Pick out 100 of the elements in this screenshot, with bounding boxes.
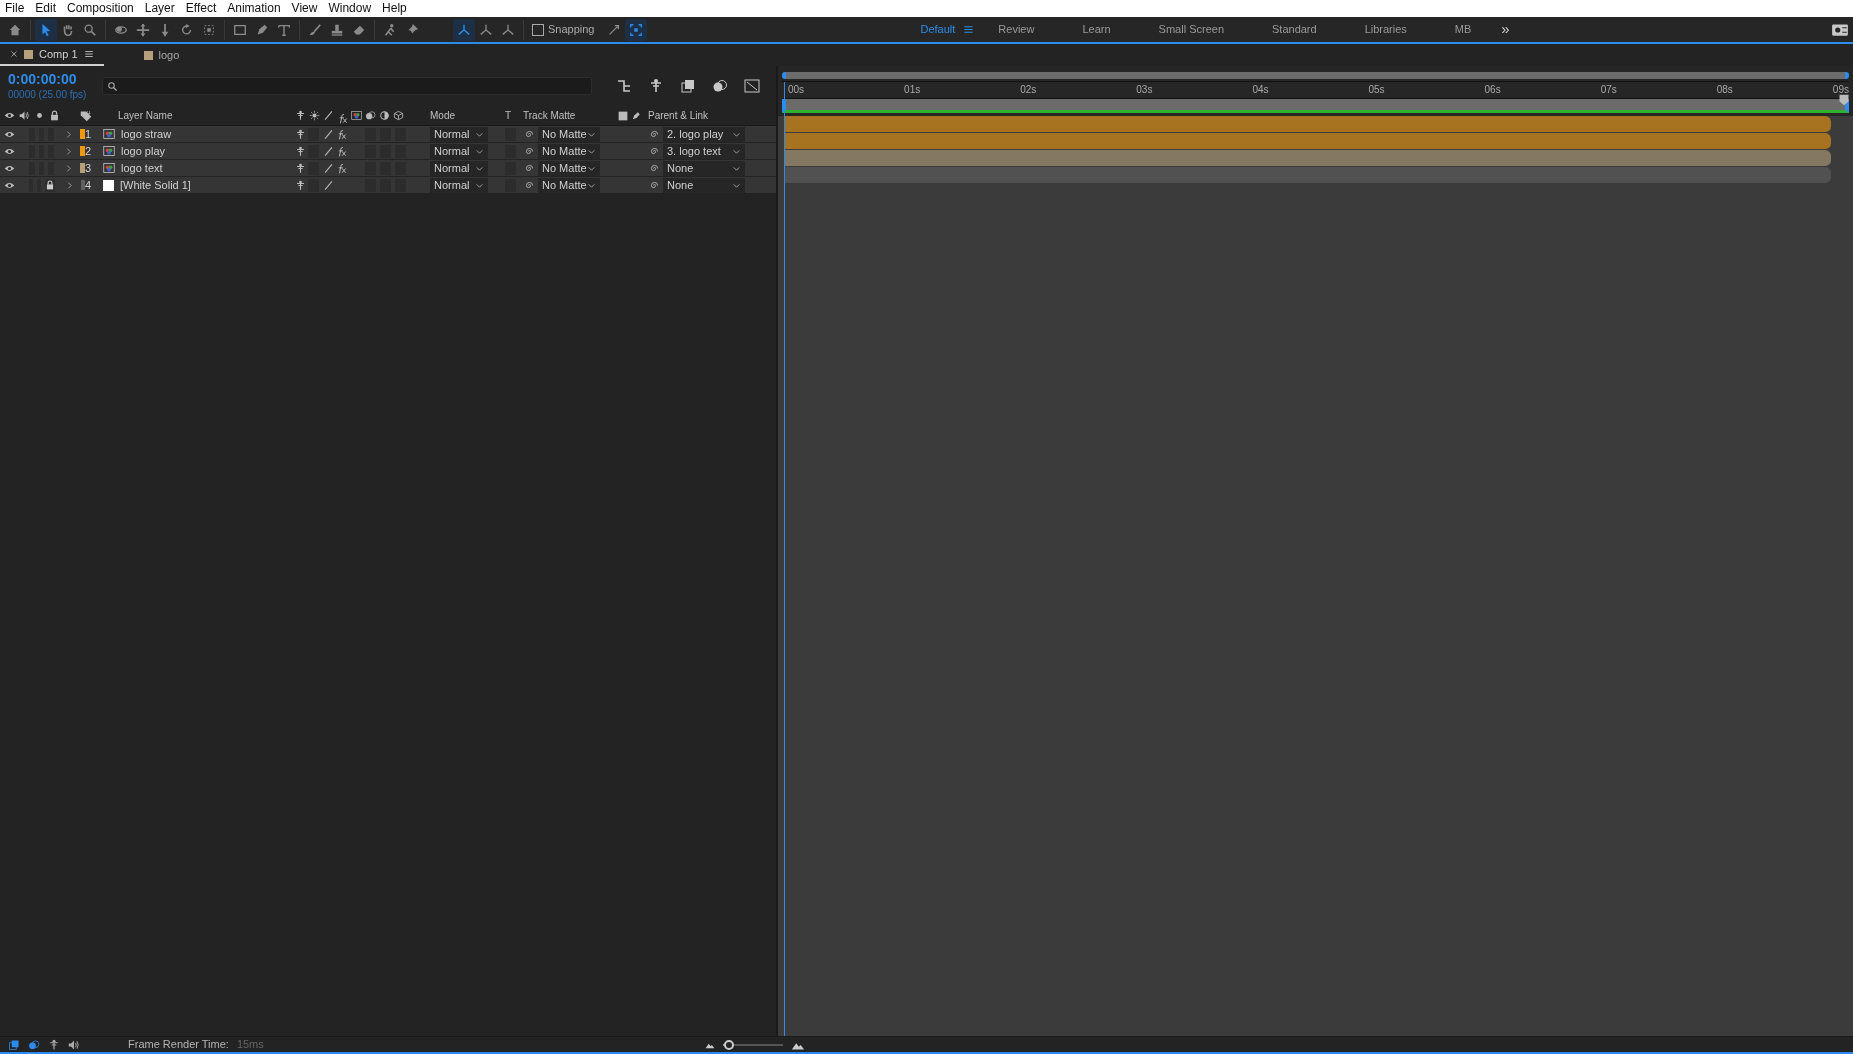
matte-alpha-icon[interactable] — [618, 110, 628, 121]
snap-option-button[interactable] — [624, 18, 647, 41]
quality-switch-icon[interactable] — [323, 179, 334, 191]
shy-switch-icon[interactable] — [295, 145, 306, 157]
pen-icon — [255, 22, 269, 37]
pick-whip-icon[interactable] — [648, 128, 659, 140]
workspace-tab[interactable]: MB — [1430, 21, 1496, 38]
pick-whip-icon[interactable] — [648, 145, 659, 157]
layer-duration-bar[interactable] — [784, 133, 1831, 150]
menu-item[interactable]: Effect — [180, 0, 223, 17]
mode-dropdown[interactable]: Normal — [430, 126, 488, 142]
shy-switch-icon[interactable] — [295, 179, 306, 191]
label-color-swatch[interactable] — [79, 146, 85, 156]
switch-toggle[interactable] — [38, 127, 45, 141]
label-color-swatch[interactable] — [79, 129, 85, 139]
mode-dropdown[interactable]: Normal — [430, 177, 488, 193]
marker-icon[interactable] — [1838, 94, 1850, 106]
parent-dropdown[interactable]: None — [663, 160, 745, 176]
fx-switch-icon[interactable] — [336, 127, 347, 141]
parent-dropdown[interactable]: 3. logo text — [663, 143, 745, 159]
menu-item[interactable]: Layer — [139, 0, 181, 17]
solo-dot-icon[interactable] — [34, 110, 45, 121]
timecode[interactable]: 0:00:00:00 — [8, 70, 87, 87]
snapping-checkbox[interactable] — [532, 23, 544, 36]
switch-toggle[interactable] — [505, 127, 516, 141]
layer-name[interactable]: [White Solid 1] — [120, 176, 191, 194]
lock-icon[interactable] — [49, 110, 60, 121]
mode-dropdown[interactable]: Normal — [430, 160, 488, 176]
mode-dropdown[interactable]: Normal — [430, 143, 488, 159]
menu-icon[interactable] — [963, 24, 975, 35]
tool-button[interactable] — [35, 18, 57, 41]
label-color-swatch[interactable] — [79, 163, 85, 173]
quality-switch-icon[interactable] — [323, 162, 334, 174]
zoom-slider-thumb[interactable] — [724, 1039, 734, 1050]
matte-invert-icon[interactable] — [631, 110, 641, 121]
graph-editor-icon[interactable] — [744, 78, 760, 94]
label-tag-icon[interactable] — [80, 109, 92, 122]
label-color-swatch[interactable] — [81, 180, 85, 190]
more-workspaces-button[interactable]: » — [1501, 18, 1510, 41]
workspace-tab[interactable]: Standard — [1248, 21, 1341, 38]
menu-item[interactable]: Window — [323, 0, 378, 17]
pick-whip-icon[interactable] — [523, 145, 534, 157]
motion-blur-icon[interactable] — [712, 78, 728, 94]
pick-whip-icon[interactable] — [523, 128, 534, 140]
layer-name[interactable]: logo straw — [121, 125, 172, 143]
fx-switch-icon[interactable] — [336, 161, 347, 175]
speaker-icon[interactable] — [19, 110, 30, 121]
menu-item[interactable]: File — [0, 0, 31, 17]
workspace-tab[interactable]: Small Screen — [1134, 21, 1248, 38]
menu-icon[interactable] — [83, 49, 94, 59]
pick-whip-icon[interactable] — [648, 179, 659, 191]
cube-icon[interactable] — [393, 110, 404, 121]
track-matte-dropdown[interactable]: No Matte — [538, 160, 600, 176]
switch-toggle[interactable] — [395, 127, 406, 141]
menu-item[interactable]: Animation — [222, 0, 287, 17]
pick-whip-icon[interactable] — [523, 179, 534, 191]
switch-toggle[interactable] — [380, 127, 391, 141]
parent-dropdown[interactable]: None — [663, 177, 745, 193]
panel-tab[interactable]: logo — [133, 44, 190, 66]
shy-switch-icon[interactable] — [295, 128, 306, 140]
menu-item[interactable]: View — [286, 0, 324, 17]
quality-icon[interactable] — [323, 110, 334, 121]
motion-blur-icon[interactable] — [365, 110, 376, 121]
layer-duration-bar[interactable] — [784, 116, 1831, 133]
menu-item[interactable]: Help — [377, 0, 413, 17]
workspace-tab[interactable]: Review — [974, 21, 1059, 38]
switch-toggle[interactable] — [29, 127, 35, 141]
close-icon[interactable] — [10, 50, 18, 58]
snapping-label: Snapping — [548, 22, 595, 38]
lock-toggle[interactable] — [48, 127, 54, 141]
pick-whip-icon[interactable] — [648, 162, 659, 174]
switch-toggle[interactable] — [308, 127, 319, 141]
quality-switch-icon[interactable] — [323, 145, 334, 157]
layer-name[interactable]: logo play — [121, 142, 166, 160]
switch-toggle[interactable] — [365, 127, 376, 141]
pick-whip-icon[interactable] — [523, 162, 534, 174]
rotate-icon — [180, 22, 194, 37]
shy-icon[interactable] — [295, 110, 306, 121]
workspace-tab[interactable]: Libraries — [1340, 21, 1431, 38]
menu-item[interactable]: Composition — [62, 0, 140, 17]
menu-item[interactable]: Edit — [30, 0, 63, 17]
flowchart-icon[interactable] — [616, 78, 632, 94]
axis-mode-button[interactable] — [453, 18, 475, 41]
track-matte-dropdown[interactable]: No Matte — [538, 177, 600, 193]
eye-icon[interactable] — [4, 110, 15, 121]
shy-switch-icon[interactable] — [295, 162, 306, 174]
layer-duration-bar[interactable] — [784, 150, 1831, 167]
layer-name[interactable]: logo text — [121, 159, 163, 177]
dashed-square-icon — [202, 22, 216, 37]
track-matte-dropdown[interactable]: No Matte — [538, 143, 600, 159]
search-field[interactable] — [102, 77, 593, 95]
track-matte-dropdown[interactable]: No Matte — [538, 126, 600, 142]
quality-switch-icon[interactable] — [323, 128, 334, 140]
workspace-tab[interactable]: Learn — [1058, 21, 1135, 38]
workspace-tab[interactable]: Default — [896, 21, 964, 38]
shy-layers-icon[interactable] — [648, 78, 664, 94]
sun-icon[interactable] — [309, 110, 320, 121]
parent-dropdown[interactable]: 2. logo play — [663, 126, 745, 142]
fx-switch-icon[interactable] — [336, 144, 347, 158]
ruler-label: 07s — [1600, 83, 1617, 97]
